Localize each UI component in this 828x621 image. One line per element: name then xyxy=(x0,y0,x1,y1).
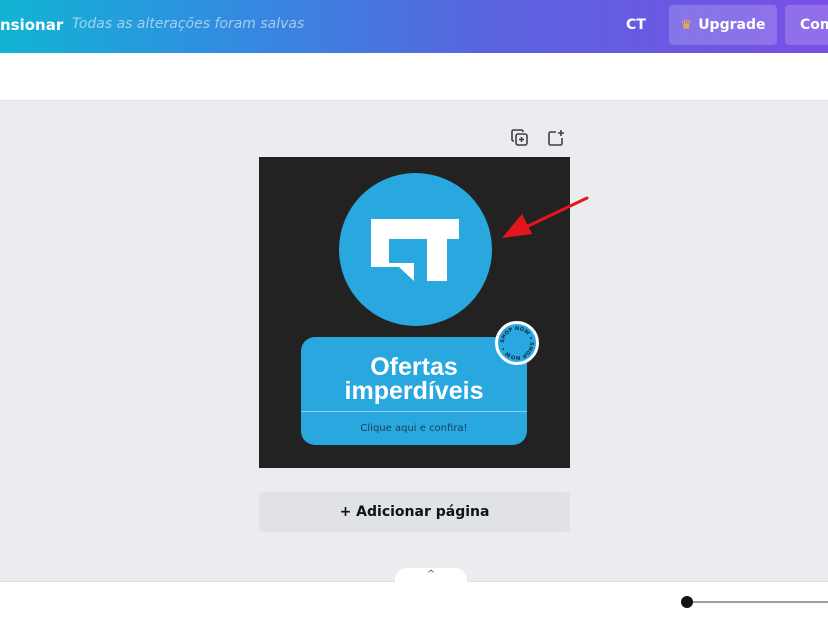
add-page-button[interactable]: + Adicionar página xyxy=(259,492,570,532)
upgrade-button[interactable]: ♛ Upgrade xyxy=(669,5,777,45)
offer-title: Ofertas imperdíveis xyxy=(301,337,527,405)
share-button[interactable]: Compartilhar xyxy=(785,5,828,45)
offer-cta: Clique aqui e confira! xyxy=(360,423,468,434)
logo-circle[interactable] xyxy=(339,173,492,326)
zoom-slider-track[interactable] xyxy=(690,601,828,603)
team-initials-button[interactable]: CT xyxy=(626,17,646,33)
editor-topbar: nsionar Todas as alterações foram salvas… xyxy=(0,0,828,53)
page-actions xyxy=(510,128,566,148)
crown-icon: ♛ xyxy=(680,17,693,33)
shop-now-badge[interactable]: SHOP NOW • SHOP NOW • xyxy=(495,321,539,365)
duplicate-page-icon[interactable] xyxy=(510,128,530,148)
upgrade-label: Upgrade xyxy=(698,17,766,33)
add-page-icon[interactable] xyxy=(546,128,566,148)
save-status: Todas as alterações foram salvas xyxy=(72,16,305,32)
expand-pages-tab[interactable]: ^ xyxy=(395,568,467,582)
offer-title-line2: imperdíveis xyxy=(344,377,484,405)
red-arrow-annotation xyxy=(502,196,589,238)
offer-title-line1: Ofertas xyxy=(370,353,458,381)
resize-button[interactable]: nsionar xyxy=(0,16,63,34)
zoom-slider-thumb[interactable] xyxy=(681,596,693,608)
offer-divider xyxy=(301,411,527,412)
context-toolbar xyxy=(0,53,828,101)
badge-text: SHOP NOW • SHOP NOW • xyxy=(500,326,534,360)
ct-logo-icon xyxy=(371,219,459,281)
svg-text:SHOP NOW • SHOP NOW •: SHOP NOW • SHOP NOW • xyxy=(500,326,534,360)
offer-card[interactable]: Ofertas imperdíveis Clique aqui e confir… xyxy=(301,337,527,445)
